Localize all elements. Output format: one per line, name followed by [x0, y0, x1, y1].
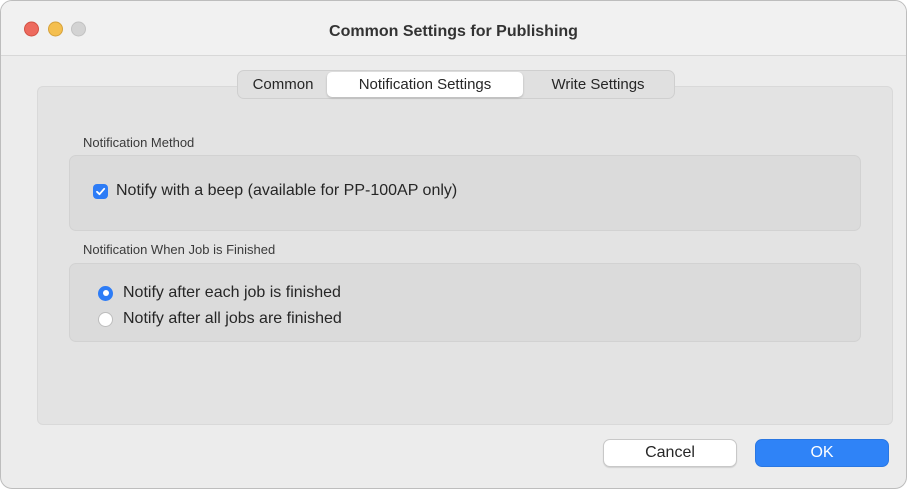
- tab-common[interactable]: Common: [239, 72, 327, 97]
- checkmark-icon: [96, 187, 106, 195]
- tab-notification-settings[interactable]: Notification Settings: [327, 72, 523, 97]
- notification-method-label: Notification Method: [83, 135, 195, 150]
- beep-checkbox-row[interactable]: Notify with a beep (available for PP-100…: [93, 182, 457, 200]
- beep-checkbox[interactable]: [93, 183, 108, 199]
- radio-all-jobs-row[interactable]: Notify after all jobs are finished: [98, 310, 342, 328]
- tab-write-settings[interactable]: Write Settings: [523, 72, 673, 97]
- radio-each-job-label: Notify after each job is finished: [123, 284, 341, 301]
- dialog-window: Common Settings for Publishing Notificat…: [0, 0, 907, 489]
- radio-each-job-row[interactable]: Notify after each job is finished: [98, 284, 341, 302]
- cancel-button[interactable]: Cancel: [603, 439, 737, 467]
- ok-button[interactable]: OK: [755, 439, 889, 467]
- job-finished-label: Notification When Job is Finished: [83, 242, 276, 257]
- window-title: Common Settings for Publishing: [329, 23, 578, 40]
- beep-checkbox-label: Notify with a beep (available for PP-100…: [116, 182, 458, 199]
- title-bar: Common Settings for Publishing: [1, 1, 906, 56]
- job-finished-group: Notify after each job is finished Notify…: [69, 263, 861, 342]
- radio-each-job[interactable]: [98, 285, 113, 301]
- radio-all-jobs[interactable]: [98, 311, 113, 327]
- notification-method-group: Notify with a beep (available for PP-100…: [69, 155, 861, 231]
- radio-all-jobs-label: Notify after all jobs are finished: [123, 310, 342, 327]
- settings-panel: Notification Method Notify with a beep (…: [37, 86, 893, 425]
- tab-bar: Common Notification Settings Write Setti…: [237, 70, 675, 99]
